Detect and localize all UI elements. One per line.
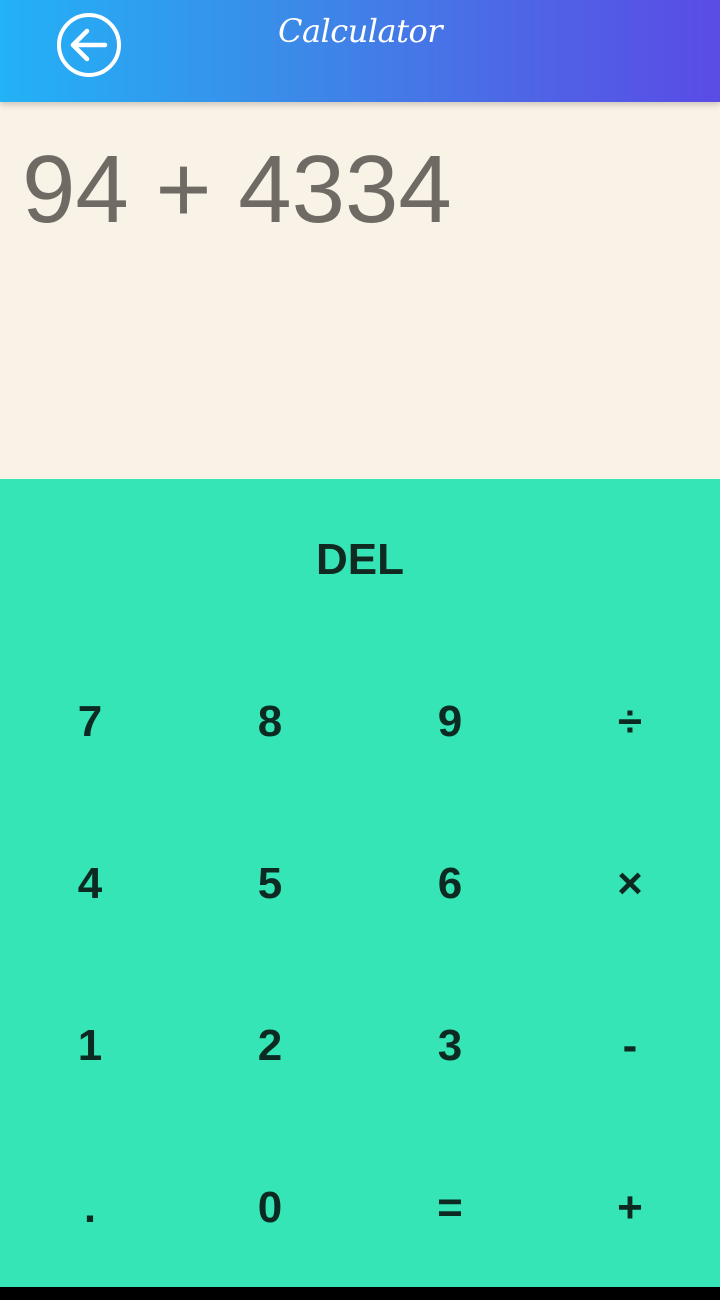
digit-7-button[interactable]: 7 [0, 641, 180, 803]
keypad-row-4: . 0 = + [0, 1127, 720, 1289]
divide-button[interactable]: ÷ [540, 641, 720, 803]
digit-0-button[interactable]: 0 [180, 1127, 360, 1289]
digit-3-button[interactable]: 3 [360, 965, 540, 1127]
digit-2-button[interactable]: 2 [180, 965, 360, 1127]
add-button[interactable]: + [540, 1127, 720, 1289]
app-header: Calculator [0, 0, 720, 102]
digit-6-button[interactable]: 6 [360, 803, 540, 965]
system-nav-bar [0, 1287, 720, 1300]
digit-5-button[interactable]: 5 [180, 803, 360, 965]
page-title: Calculator [277, 12, 443, 50]
keypad-row-2: 4 5 6 × [0, 803, 720, 965]
keypad-row-3: 1 2 3 - [0, 965, 720, 1127]
digit-4-button[interactable]: 4 [0, 803, 180, 965]
delete-button[interactable]: DEL [0, 479, 720, 641]
digit-9-button[interactable]: 9 [360, 641, 540, 803]
calculator-app: Calculator 94 + 4334 DEL 7 8 9 ÷ 4 5 6 ×… [0, 0, 720, 1300]
decimal-button[interactable]: . [0, 1127, 180, 1289]
keypad: DEL 7 8 9 ÷ 4 5 6 × 1 2 3 - . 0 = + [0, 479, 720, 1287]
subtract-button[interactable]: - [540, 965, 720, 1127]
digit-8-button[interactable]: 8 [180, 641, 360, 803]
digit-1-button[interactable]: 1 [0, 965, 180, 1127]
multiply-button[interactable]: × [540, 803, 720, 965]
calculator-display: 94 + 4334 [0, 102, 720, 479]
equals-button[interactable]: = [360, 1127, 540, 1289]
expression-text: 94 + 4334 [22, 136, 452, 243]
keypad-row-1: 7 8 9 ÷ [0, 641, 720, 803]
